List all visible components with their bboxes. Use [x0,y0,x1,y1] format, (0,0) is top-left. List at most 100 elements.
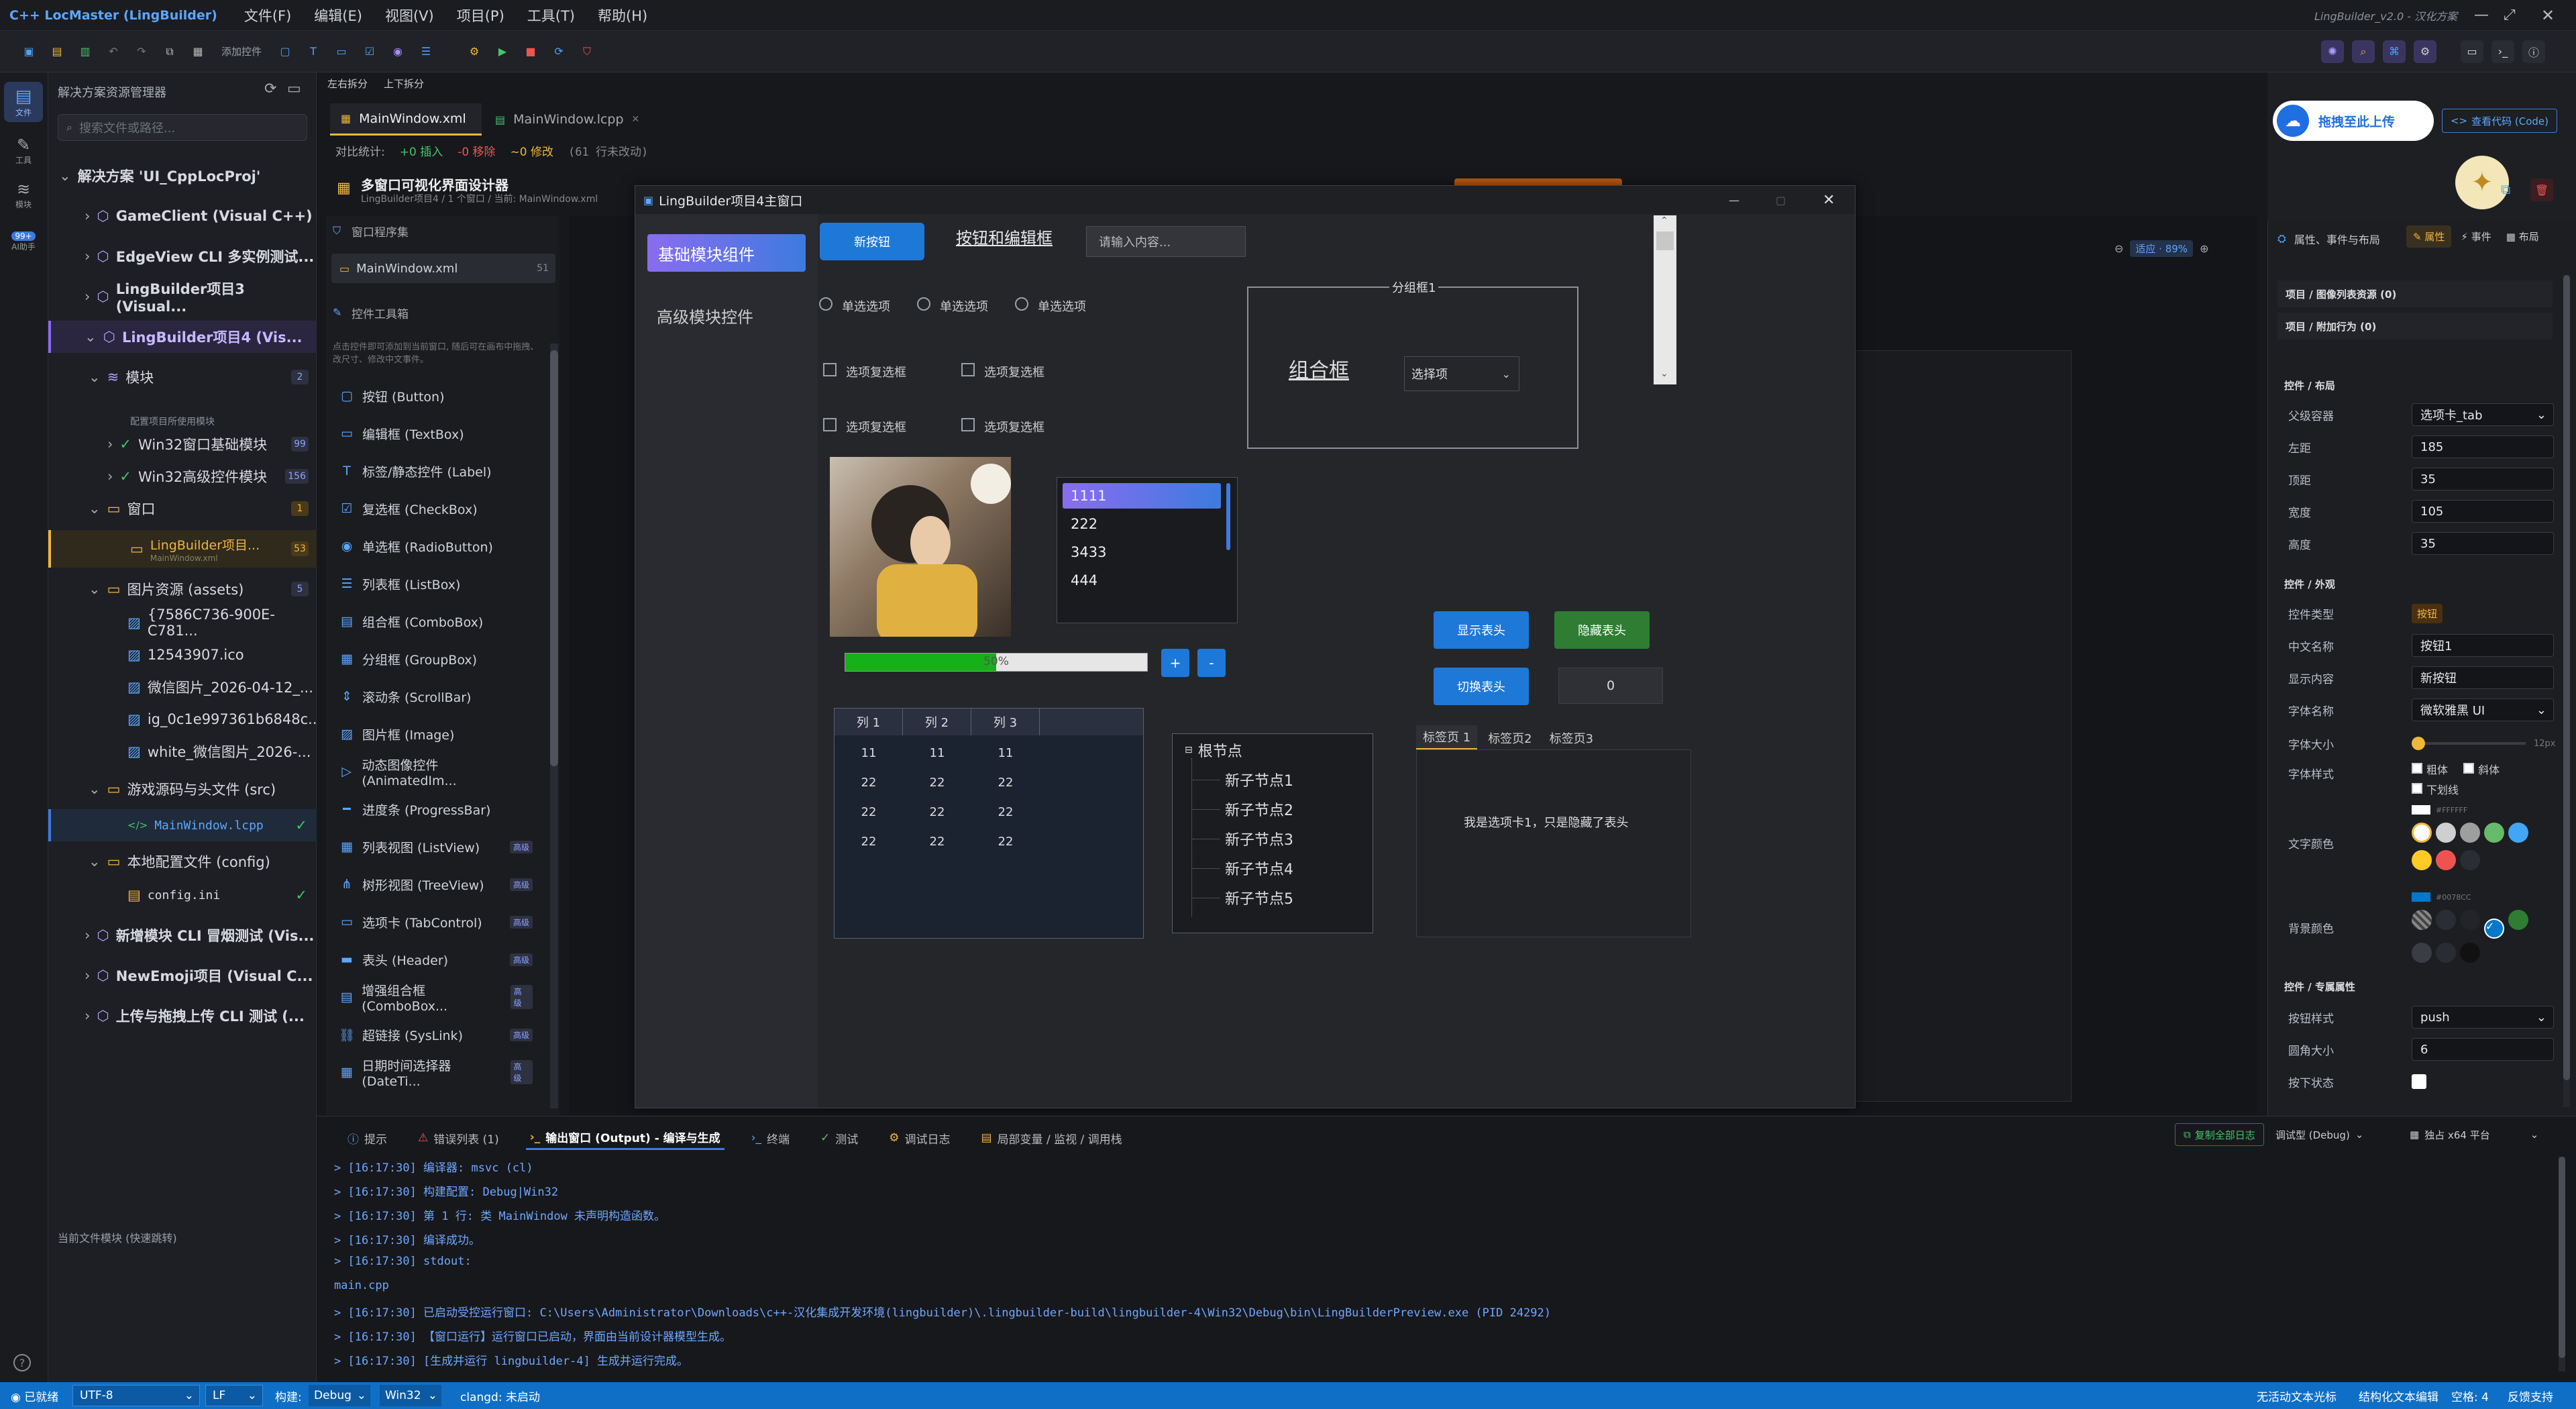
project-edgeview[interactable]: › ⬡ EdgeView CLI 多实例测试... [48,240,317,272]
prop-left-input[interactable]: 185 [2412,435,2554,458]
info-icon[interactable]: ⓘ [2522,40,2545,63]
run-icon[interactable]: ▶ [491,40,514,63]
output-tab[interactable]: ⚙ 调试日志 [885,1127,954,1149]
list-box[interactable]: 1111 222 3433 444 [1057,477,1238,623]
minimize-icon[interactable]: — [2474,7,2489,23]
table-header-cell[interactable]: 列 2 [903,709,971,735]
project-lingbuilder3[interactable]: › ⬡ LingBuilder项目3 (Visual... [48,280,317,315]
menu-project[interactable]: 项目(P) [457,5,504,25]
output-tab[interactable]: ⓘ 提示 [343,1127,391,1149]
window-list-item[interactable]: ▭ MainWindow.xml 51 [331,254,555,283]
asset-item[interactable]: ▨ ig_0c1e997361b6848c... [48,703,321,735]
swatch-selected-blue[interactable]: ✓ [2484,919,2504,939]
nav-basic[interactable]: 基础模块组件 [647,234,806,272]
tree-node[interactable]: 新子节点2 [1193,798,1293,820]
prop-btn-style-select[interactable]: push ⌄ [2412,1006,2554,1029]
swatch-dark1[interactable] [2436,910,2456,930]
swatch-green[interactable] [2484,823,2504,843]
redo-icon[interactable]: ↷ [130,40,153,63]
copy-icon[interactable]: ⧉ [158,40,181,63]
platform-select[interactable]: ▦ 独占 x64 平台 ⌄ [2410,1123,2538,1146]
status-mode[interactable]: 结构化文本编辑 [2359,1388,2438,1404]
encoding-select[interactable]: UTF-8 ⌄ [72,1385,200,1406]
combo-select[interactable]: 选择项 ⌄ [1404,356,1519,391]
text-tool-icon[interactable]: T [302,40,325,63]
preview-scrollbar[interactable]: ⌃ ⌄ [1654,215,1676,384]
font-size-slider[interactable] [2412,737,2526,750]
hide-header-button[interactable]: 隐藏表头 [1554,611,1650,649]
zoom-label[interactable]: 适应 · 89% [2130,240,2194,257]
copy-log-button[interactable]: ⧉ 复制全部日志 [2175,1123,2264,1146]
theme-icon[interactable]: ☀ [2573,40,2576,63]
window-folder[interactable]: ⌄ ▭ 窗口 1 [48,492,317,525]
toolbox-item[interactable]: ▬ 表头 (Header) 高级 [338,942,533,977]
bold-checkbox[interactable]: 粗体 [2412,763,2448,776]
menu-tools[interactable]: 工具(T) [527,5,575,25]
search-input[interactable]: 搜索文件或路径... [79,119,175,136]
settings-icon[interactable]: ⚙ [2414,40,2436,63]
toolbox-item[interactable]: ▢ 按钮 (Button) [338,378,533,413]
link-label[interactable]: 按钮和编辑框 [956,225,1053,248]
split-tb-button[interactable]: 上下拆分 [384,76,424,91]
tree-node[interactable]: 新子节点5 [1193,887,1293,908]
project-newemoji[interactable]: › ⬡ NewEmoji项目 (Visual C... [48,959,317,992]
checkbox-2[interactable]: 选项复选框 [961,363,1044,380]
toolbox-item[interactable]: ◉ 单选框 (RadioButton) [338,529,533,564]
toolbox-item[interactable]: ☰ 列表框 (ListBox) [338,566,533,601]
scroll-thumb[interactable] [1656,231,1674,250]
toolbox-item[interactable]: ⇕ 滚动条 (ScrollBar) [338,679,533,714]
checkbox-1[interactable]: 选项复选框 [823,363,906,380]
toolbox-item[interactable]: ▭ 编辑框 (TextBox) [338,416,533,451]
prop-font-select[interactable]: 微软雅黑 UI ⌄ [2412,698,2554,721]
list-scroll-thumb[interactable] [1226,483,1230,550]
swatch-blue[interactable] [2508,823,2528,843]
tab-mainwindow-xml[interactable]: ▦ MainWindow.xml [330,103,482,136]
activity-ai[interactable]: 99+ AI助手 [4,221,43,262]
table-header-cell[interactable]: 列 3 [971,709,1040,735]
activity-modules[interactable]: ≋ 模块 [4,174,43,215]
property-scrollbar[interactable] [2563,275,2570,1107]
prop-content-input[interactable]: 新按钮 [2412,666,2554,689]
pressed-checkbox[interactable] [2412,1074,2426,1089]
swatch-black[interactable] [2460,943,2480,963]
toolbox-scrollbar[interactable] [550,344,558,1108]
radio-option-2[interactable]: 单选选项 [917,297,988,315]
status-indent[interactable]: 空格: 4 [2451,1388,2489,1404]
italic-checkbox[interactable]: 斜体 [2463,763,2500,776]
delete-icon[interactable]: 🗑 [2530,178,2553,201]
eol-select[interactable]: LF ⌄ [205,1385,263,1406]
preview-minimize-icon[interactable]: — [1729,194,1739,207]
project-upload[interactable]: › ⬡ 上传与拖拽上传 CLI 测试 (... [48,1000,317,1032]
prop-parent-select[interactable]: 选项卡_tab ⌄ [2412,403,2554,426]
swatch-transparent[interactable] [2412,910,2432,930]
prop-width-input[interactable]: 105 [2412,500,2554,523]
scroll-thumb[interactable] [550,350,558,766]
number-box[interactable]: 0 [1558,668,1663,704]
prop-cn-input[interactable]: 按钮1 [2412,634,2554,657]
preview-close-icon[interactable]: ✕ [1823,192,1835,209]
copy-icon[interactable]: ⧉ [2501,181,2510,197]
view-code-button[interactable]: <> 查看代码 (Code) [2442,109,2557,133]
shield-icon[interactable]: ⛉ [576,40,598,63]
list-tool-icon[interactable]: ☰ [415,40,437,63]
module-win32-advanced[interactable]: › ✓ Win32高级控件模块 156 [48,460,317,492]
project-cli-smoke[interactable]: › ⬡ 新增模块 CLI 冒烟测试 (Vis... [48,919,317,951]
tab-events[interactable]: ⚡ 事件 [2455,225,2496,248]
toolbox-item[interactable]: ▷ 动态图像控件 (AnimatedIm... [338,754,533,789]
tab-layout[interactable]: ▦ 布局 [2501,225,2544,248]
status-feedback[interactable]: 反馈支持 [2508,1388,2553,1404]
toolbox-item[interactable]: ⋔ 树形视图 (TreeView) 高级 [338,867,533,902]
swatch-charcoal[interactable] [2436,943,2456,963]
button-tool-icon[interactable]: ▢ [274,40,297,63]
toggle-header-button[interactable]: 切换表头 [1434,668,1529,705]
swatch-red[interactable] [2436,850,2456,870]
swatch-dark2[interactable] [2460,910,2480,930]
scroll-up-icon[interactable]: ⌃ [1660,215,1668,226]
sidebar-footer[interactable]: 当前文件模块 (快速跳转) [58,1229,177,1245]
toolbox-item[interactable]: ━ 进度条 (ProgressBar) [338,792,533,827]
image-tool-icon[interactable]: ▭ [330,40,353,63]
tree-view[interactable]: ⊟ 根节点 新子节点1 新子节点2 新子节点3 新子节点4 新子节点5 [1172,733,1373,933]
close-icon[interactable]: ✕ [2541,6,2555,25]
add-control-label[interactable]: 添加控件 [221,44,262,58]
build-icon[interactable]: ⚙ [463,40,486,63]
